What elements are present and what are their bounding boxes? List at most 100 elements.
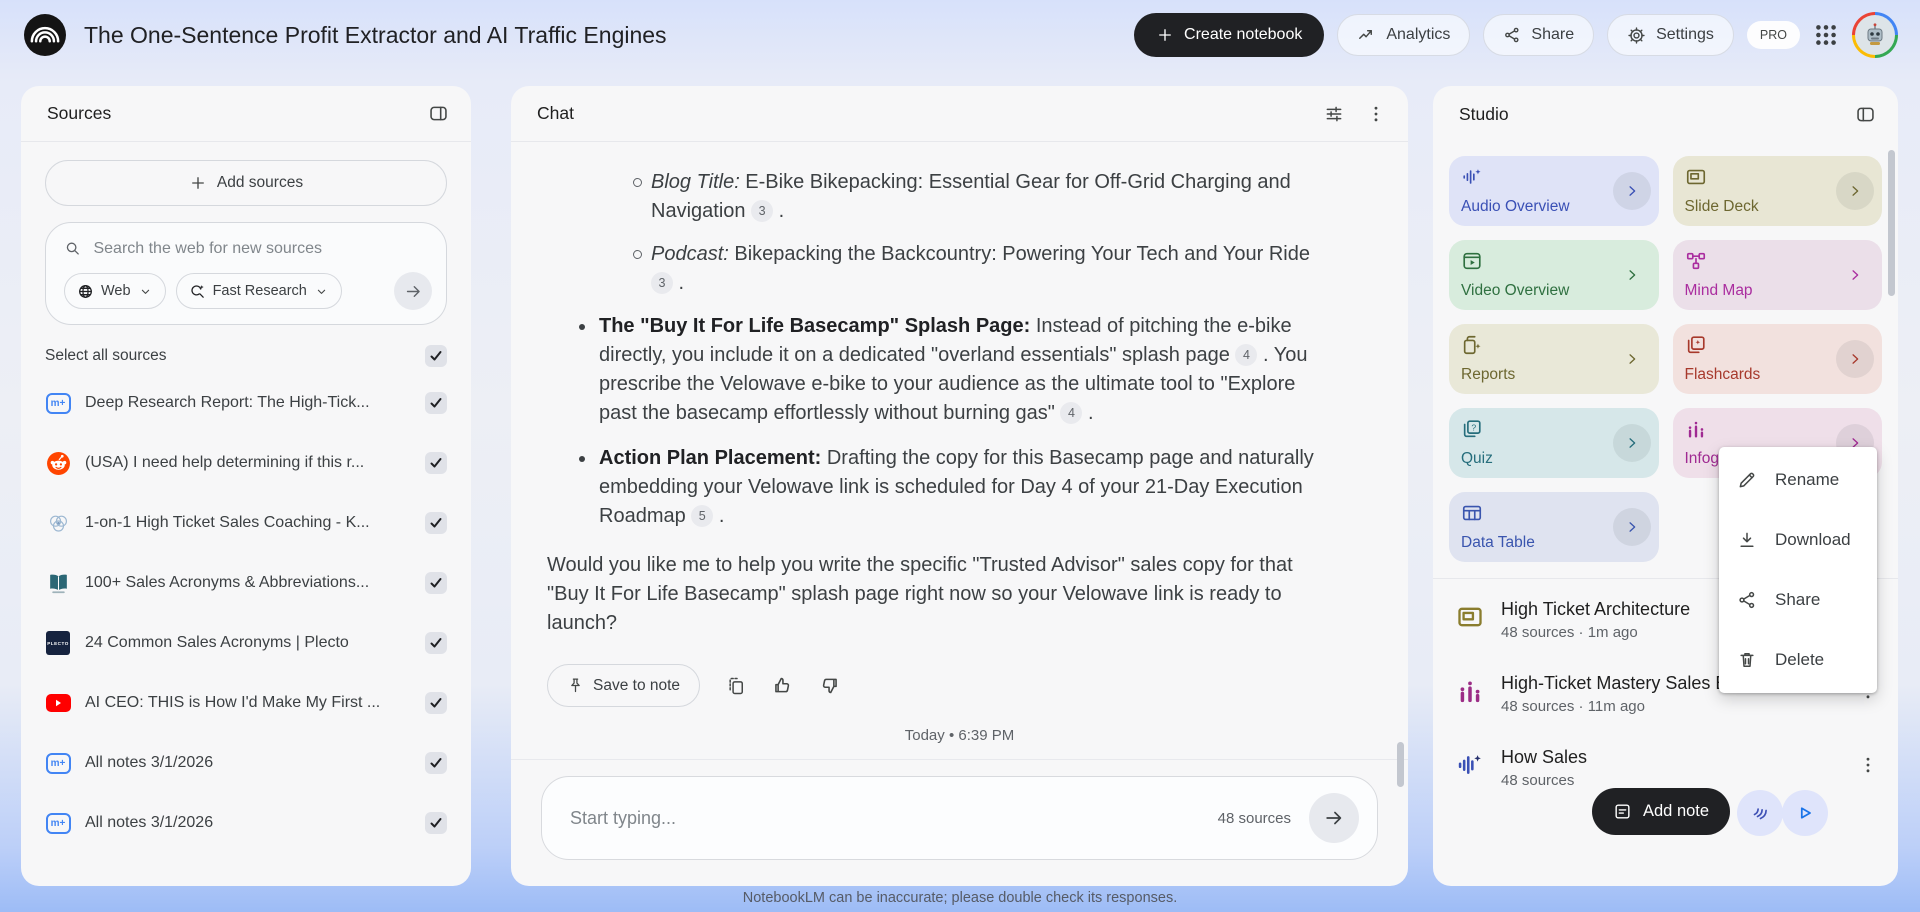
source-checkbox[interactable] xyxy=(425,692,447,714)
chat-message: Blog Title: E-Bike Bikepacking: Essentia… xyxy=(511,142,1408,707)
chevron-right-icon[interactable] xyxy=(1613,256,1651,294)
source-row[interactable]: m+ Deep Research Report: The High-Tick..… xyxy=(21,373,471,433)
share-icon xyxy=(1503,26,1521,44)
studio-card-quiz[interactable]: ? Quiz xyxy=(1449,408,1659,478)
studio-card-mind-map[interactable]: Mind Map xyxy=(1673,240,1883,310)
notebooklm-note-icon: m+ xyxy=(45,750,71,776)
note-add-icon xyxy=(1613,802,1632,821)
studio-card-data-table[interactable]: Data Table xyxy=(1449,492,1659,562)
source-checkbox[interactable] xyxy=(425,632,447,654)
chat-settings-sliders-icon[interactable] xyxy=(1324,104,1344,124)
source-row[interactable]: 1-on-1 High Ticket Sales Coaching - K... xyxy=(21,493,471,553)
thumbs-down-icon[interactable] xyxy=(819,675,840,696)
studio-card-audio-overview[interactable]: Audio Overview xyxy=(1449,156,1659,226)
slide-deck-icon xyxy=(1685,166,1707,188)
sources-panel: Sources Add sources Web Fast Research xyxy=(21,86,471,886)
research-sparkle-search-icon xyxy=(189,283,206,300)
play-button[interactable] xyxy=(1782,790,1828,836)
send-button[interactable] xyxy=(1309,793,1359,843)
slide-deck-icon xyxy=(1455,602,1485,632)
hand-wave-icon xyxy=(1748,801,1772,825)
web-filter-dropdown[interactable]: Web xyxy=(64,273,166,309)
thumbs-up-icon[interactable] xyxy=(772,675,793,696)
video-overview-icon xyxy=(1461,250,1483,272)
citation-chip[interactable]: 4 xyxy=(1060,402,1082,424)
audio-waveform-icon xyxy=(1455,750,1485,780)
chat-panel-title: Chat xyxy=(537,103,574,124)
robot-avatar-icon xyxy=(1860,20,1890,50)
collapse-panel-icon[interactable] xyxy=(1855,104,1876,125)
gear-icon xyxy=(1627,26,1646,45)
search-submit-button[interactable] xyxy=(394,272,432,310)
source-checkbox[interactable] xyxy=(425,392,447,414)
research-mode-dropdown[interactable]: Fast Research xyxy=(176,273,342,309)
chevron-right-icon[interactable] xyxy=(1836,172,1874,210)
website-favicon-icon xyxy=(45,510,71,536)
studio-scrollbar[interactable] xyxy=(1888,150,1895,296)
chat-input[interactable] xyxy=(570,808,1200,829)
add-note-button[interactable]: Add note xyxy=(1592,788,1730,835)
menu-item-rename[interactable]: Rename xyxy=(1719,450,1877,510)
output-more-options-icon[interactable] xyxy=(1858,755,1878,780)
chevron-right-icon[interactable] xyxy=(1836,256,1874,294)
citation-chip[interactable]: 3 xyxy=(651,272,673,294)
copy-icon[interactable] xyxy=(726,676,746,696)
studio-card-reports[interactable]: Reports xyxy=(1449,324,1659,394)
share-button[interactable]: Share xyxy=(1483,14,1594,56)
create-notebook-button[interactable]: Create notebook xyxy=(1134,13,1324,57)
menu-item-download[interactable]: Download xyxy=(1719,510,1877,570)
search-sources-input[interactable] xyxy=(93,240,428,258)
menu-item-delete[interactable]: Delete xyxy=(1719,630,1877,690)
chevron-right-icon[interactable] xyxy=(1613,340,1651,378)
collapse-panel-icon[interactable] xyxy=(428,103,449,124)
download-icon xyxy=(1737,530,1757,550)
notebooklm-logo-icon xyxy=(24,14,66,56)
save-to-note-button[interactable]: Save to note xyxy=(547,664,700,707)
chat-input-box: 48 sources xyxy=(541,776,1378,860)
chevron-down-icon xyxy=(138,284,153,299)
citation-chip[interactable]: 4 xyxy=(1235,344,1257,366)
app-header: The One-Sentence Profit Extractor and AI… xyxy=(0,0,1920,70)
trash-icon xyxy=(1737,650,1757,670)
citation-chip[interactable]: 5 xyxy=(691,505,713,527)
interactive-mode-button[interactable] xyxy=(1737,790,1783,836)
play-icon xyxy=(1794,802,1816,824)
google-apps-grid-icon[interactable] xyxy=(1813,22,1839,48)
notebooklm-note-icon: m+ xyxy=(45,810,71,836)
source-checkbox[interactable] xyxy=(425,452,447,474)
user-avatar[interactable] xyxy=(1852,12,1898,58)
reddit-icon xyxy=(45,450,71,476)
quiz-icon: ? xyxy=(1461,418,1483,440)
menu-item-share[interactable]: Share xyxy=(1719,570,1877,630)
select-all-checkbox[interactable] xyxy=(425,345,447,367)
citation-chip[interactable]: 3 xyxy=(751,200,773,222)
source-row[interactable]: m+ All notes 3/1/2026 xyxy=(21,733,471,793)
source-checkbox[interactable] xyxy=(425,572,447,594)
source-checkbox[interactable] xyxy=(425,512,447,534)
source-checkbox[interactable] xyxy=(425,752,447,774)
add-sources-button[interactable]: Add sources xyxy=(45,160,447,206)
context-menu: Rename Download Share Delete xyxy=(1719,447,1877,693)
disclaimer-text: NotebookLM can be inaccurate; please dou… xyxy=(0,890,1920,906)
mind-map-icon xyxy=(1685,250,1707,272)
analytics-button[interactable]: Analytics xyxy=(1337,14,1470,56)
studio-card-flashcards[interactable]: Flashcards xyxy=(1673,324,1883,394)
studio-card-slide-deck[interactable]: Slide Deck xyxy=(1673,156,1883,226)
chat-timestamp: Today • 6:39 PM xyxy=(511,727,1408,744)
settings-button[interactable]: Settings xyxy=(1607,14,1734,56)
studio-card-video-overview[interactable]: Video Overview xyxy=(1449,240,1659,310)
chat-scrollbar[interactable] xyxy=(1397,742,1404,787)
source-checkbox[interactable] xyxy=(425,812,447,834)
source-row[interactable]: PLECTO 24 Common Sales Acronyms | Plecto xyxy=(21,613,471,673)
source-row[interactable]: m+ All notes 3/1/2026 xyxy=(21,793,471,853)
chevron-right-icon[interactable] xyxy=(1836,340,1874,378)
chevron-right-icon[interactable] xyxy=(1613,424,1651,462)
pencil-icon xyxy=(1737,470,1757,490)
source-row[interactable]: AI CEO: THIS is How I'd Make My First ..… xyxy=(21,673,471,733)
chevron-right-icon[interactable] xyxy=(1613,508,1651,546)
source-row[interactable]: (USA) I need help determining if this r.… xyxy=(21,433,471,493)
chat-more-options-icon[interactable] xyxy=(1366,104,1386,124)
chevron-right-icon[interactable] xyxy=(1613,172,1651,210)
search-icon xyxy=(64,239,81,258)
source-row[interactable]: 100+ Sales Acronyms & Abbreviations... xyxy=(21,553,471,613)
